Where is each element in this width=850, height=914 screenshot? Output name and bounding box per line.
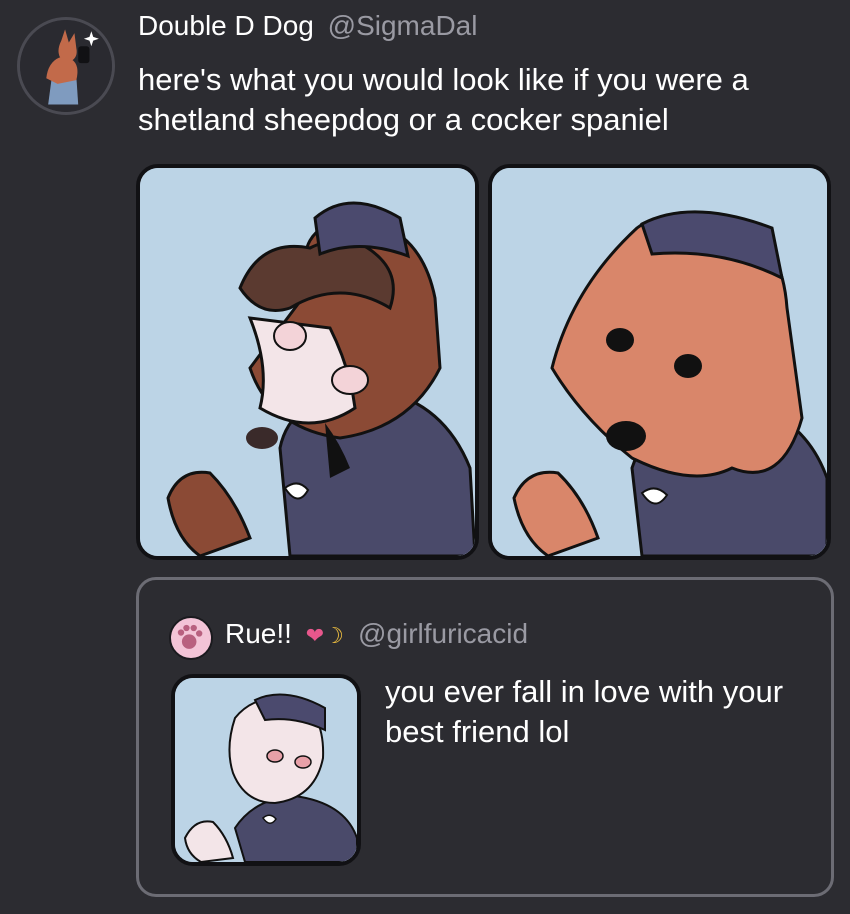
avatar-image xyxy=(20,20,112,112)
quoted-tweet-header: Rue!! ❤☽ @girlfuricacid xyxy=(225,618,528,650)
sheltie-dog-illustration xyxy=(140,168,475,556)
quoted-media-image[interactable] xyxy=(171,674,361,866)
paw-icon xyxy=(177,624,203,649)
tweet-text: here's what you would look like if you w… xyxy=(138,62,749,137)
quoted-tweet[interactable]: Rue!! ❤☽ @girlfuricacid you ever fall in… xyxy=(136,577,834,897)
media-image-2[interactable] xyxy=(488,164,831,560)
name-emojis: ❤☽ xyxy=(306,623,350,648)
quoted-author-handle[interactable]: @girlfuricacid xyxy=(358,618,528,649)
heart-icon: ❤ xyxy=(305,623,325,648)
author-name[interactable]: Double D Dog xyxy=(138,10,314,41)
quoted-author-avatar[interactable] xyxy=(169,616,213,660)
tweet-header: Double D Dog @SigmaDal xyxy=(138,10,477,42)
quoted-tweet-text: you ever fall in love with your best fri… xyxy=(385,674,784,749)
author-avatar[interactable] xyxy=(17,17,115,115)
media-image-1[interactable] xyxy=(136,164,479,560)
cocker-spaniel-illustration xyxy=(492,168,827,556)
quoted-author-name[interactable]: Rue!! xyxy=(225,618,292,649)
moon-icon: ☽ xyxy=(324,623,344,648)
author-handle[interactable]: @SigmaDal xyxy=(328,10,478,41)
white-dog-illustration xyxy=(175,678,357,862)
